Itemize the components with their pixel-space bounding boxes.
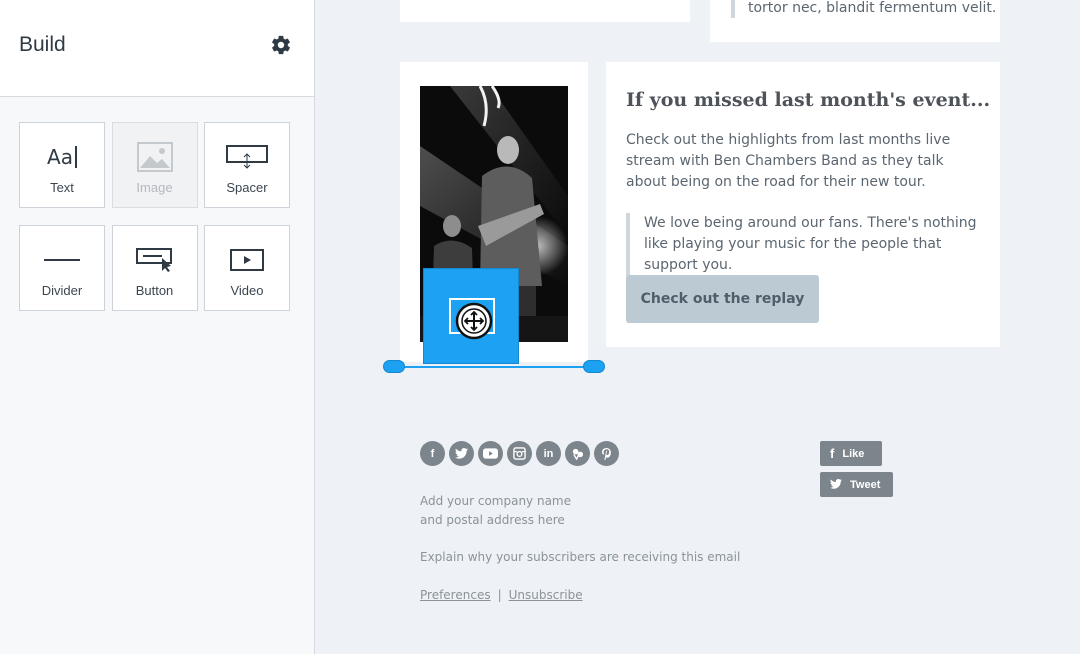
drop-indicator-right-handle (583, 360, 605, 373)
divider-icon (20, 244, 104, 276)
preferences-link[interactable]: Preferences (420, 588, 491, 602)
sidebar-header: Build (0, 0, 314, 97)
drop-indicator-line (393, 366, 593, 368)
facebook-like-button[interactable]: f Like (820, 441, 882, 466)
drop-indicator-left-handle (383, 360, 405, 373)
divider-block-tile[interactable]: Divider (19, 225, 105, 311)
link-separator: | (497, 588, 502, 602)
unsubscribe-link[interactable]: Unsubscribe (509, 588, 583, 602)
spacer-icon (205, 141, 289, 173)
content-block-tiles: Aa Text Image Spacer Divider Button Vide… (19, 122, 291, 311)
social-follow-icons: f in (420, 441, 619, 466)
build-sidebar: Build Aa Text Image Spacer Divider Butto… (0, 0, 315, 654)
subscription-reason[interactable]: Explain why your subscribers are receivi… (420, 548, 740, 567)
move-cursor-icon (455, 302, 493, 340)
tile-label: Text (50, 180, 74, 195)
section-body-text[interactable]: Check out the highlights from last month… (626, 130, 986, 193)
twitter-icon (830, 477, 842, 492)
tile-label: Spacer (226, 180, 268, 195)
tile-label: Button (135, 283, 174, 298)
check-out-replay-button[interactable]: Check out the replay (626, 275, 819, 323)
section-quote[interactable]: We love being around our fans. There's n… (626, 213, 986, 276)
footer-links: Preferences | Unsubscribe (420, 588, 583, 602)
instagram-icon[interactable] (507, 441, 532, 466)
vine-icon[interactable] (565, 441, 590, 466)
text-block-tile[interactable]: Aa Text (19, 122, 105, 208)
top-left-card (400, 0, 690, 22)
button-icon (113, 244, 197, 276)
tweet-label: Tweet (850, 478, 881, 491)
address-line-1: Add your company name (420, 494, 571, 508)
video-icon (205, 244, 289, 276)
pinterest-icon[interactable] (594, 441, 619, 466)
button-block-tile[interactable]: Button (111, 225, 198, 311)
image-icon (113, 141, 197, 173)
youtube-icon[interactable] (478, 441, 503, 466)
address-line-2: and postal address here (420, 513, 565, 527)
like-label: Like (842, 447, 865, 460)
video-block-tile[interactable]: Video (204, 225, 290, 311)
company-address[interactable]: Add your company name and postal address… (420, 492, 571, 530)
section-heading[interactable]: If you missed last month's event... (626, 89, 990, 111)
text-icon: Aa (20, 141, 104, 173)
twitter-tweet-button[interactable]: Tweet (820, 472, 893, 497)
tile-label: Video (230, 283, 264, 298)
tile-label: Image (136, 180, 173, 195)
linkedin-icon[interactable]: in (536, 441, 561, 466)
sidebar-title: Build (19, 33, 66, 56)
spacer-block-tile[interactable]: Spacer (204, 122, 290, 208)
facebook-icon: f (830, 446, 835, 461)
image-block-tile[interactable]: Image (111, 122, 198, 208)
facebook-icon[interactable]: f (420, 441, 445, 466)
gear-icon[interactable] (270, 34, 292, 56)
tile-label: Divider (41, 283, 83, 298)
top-quote-text: tortor nec, blandit fermentum velit. (731, 0, 996, 18)
twitter-icon[interactable] (449, 441, 474, 466)
